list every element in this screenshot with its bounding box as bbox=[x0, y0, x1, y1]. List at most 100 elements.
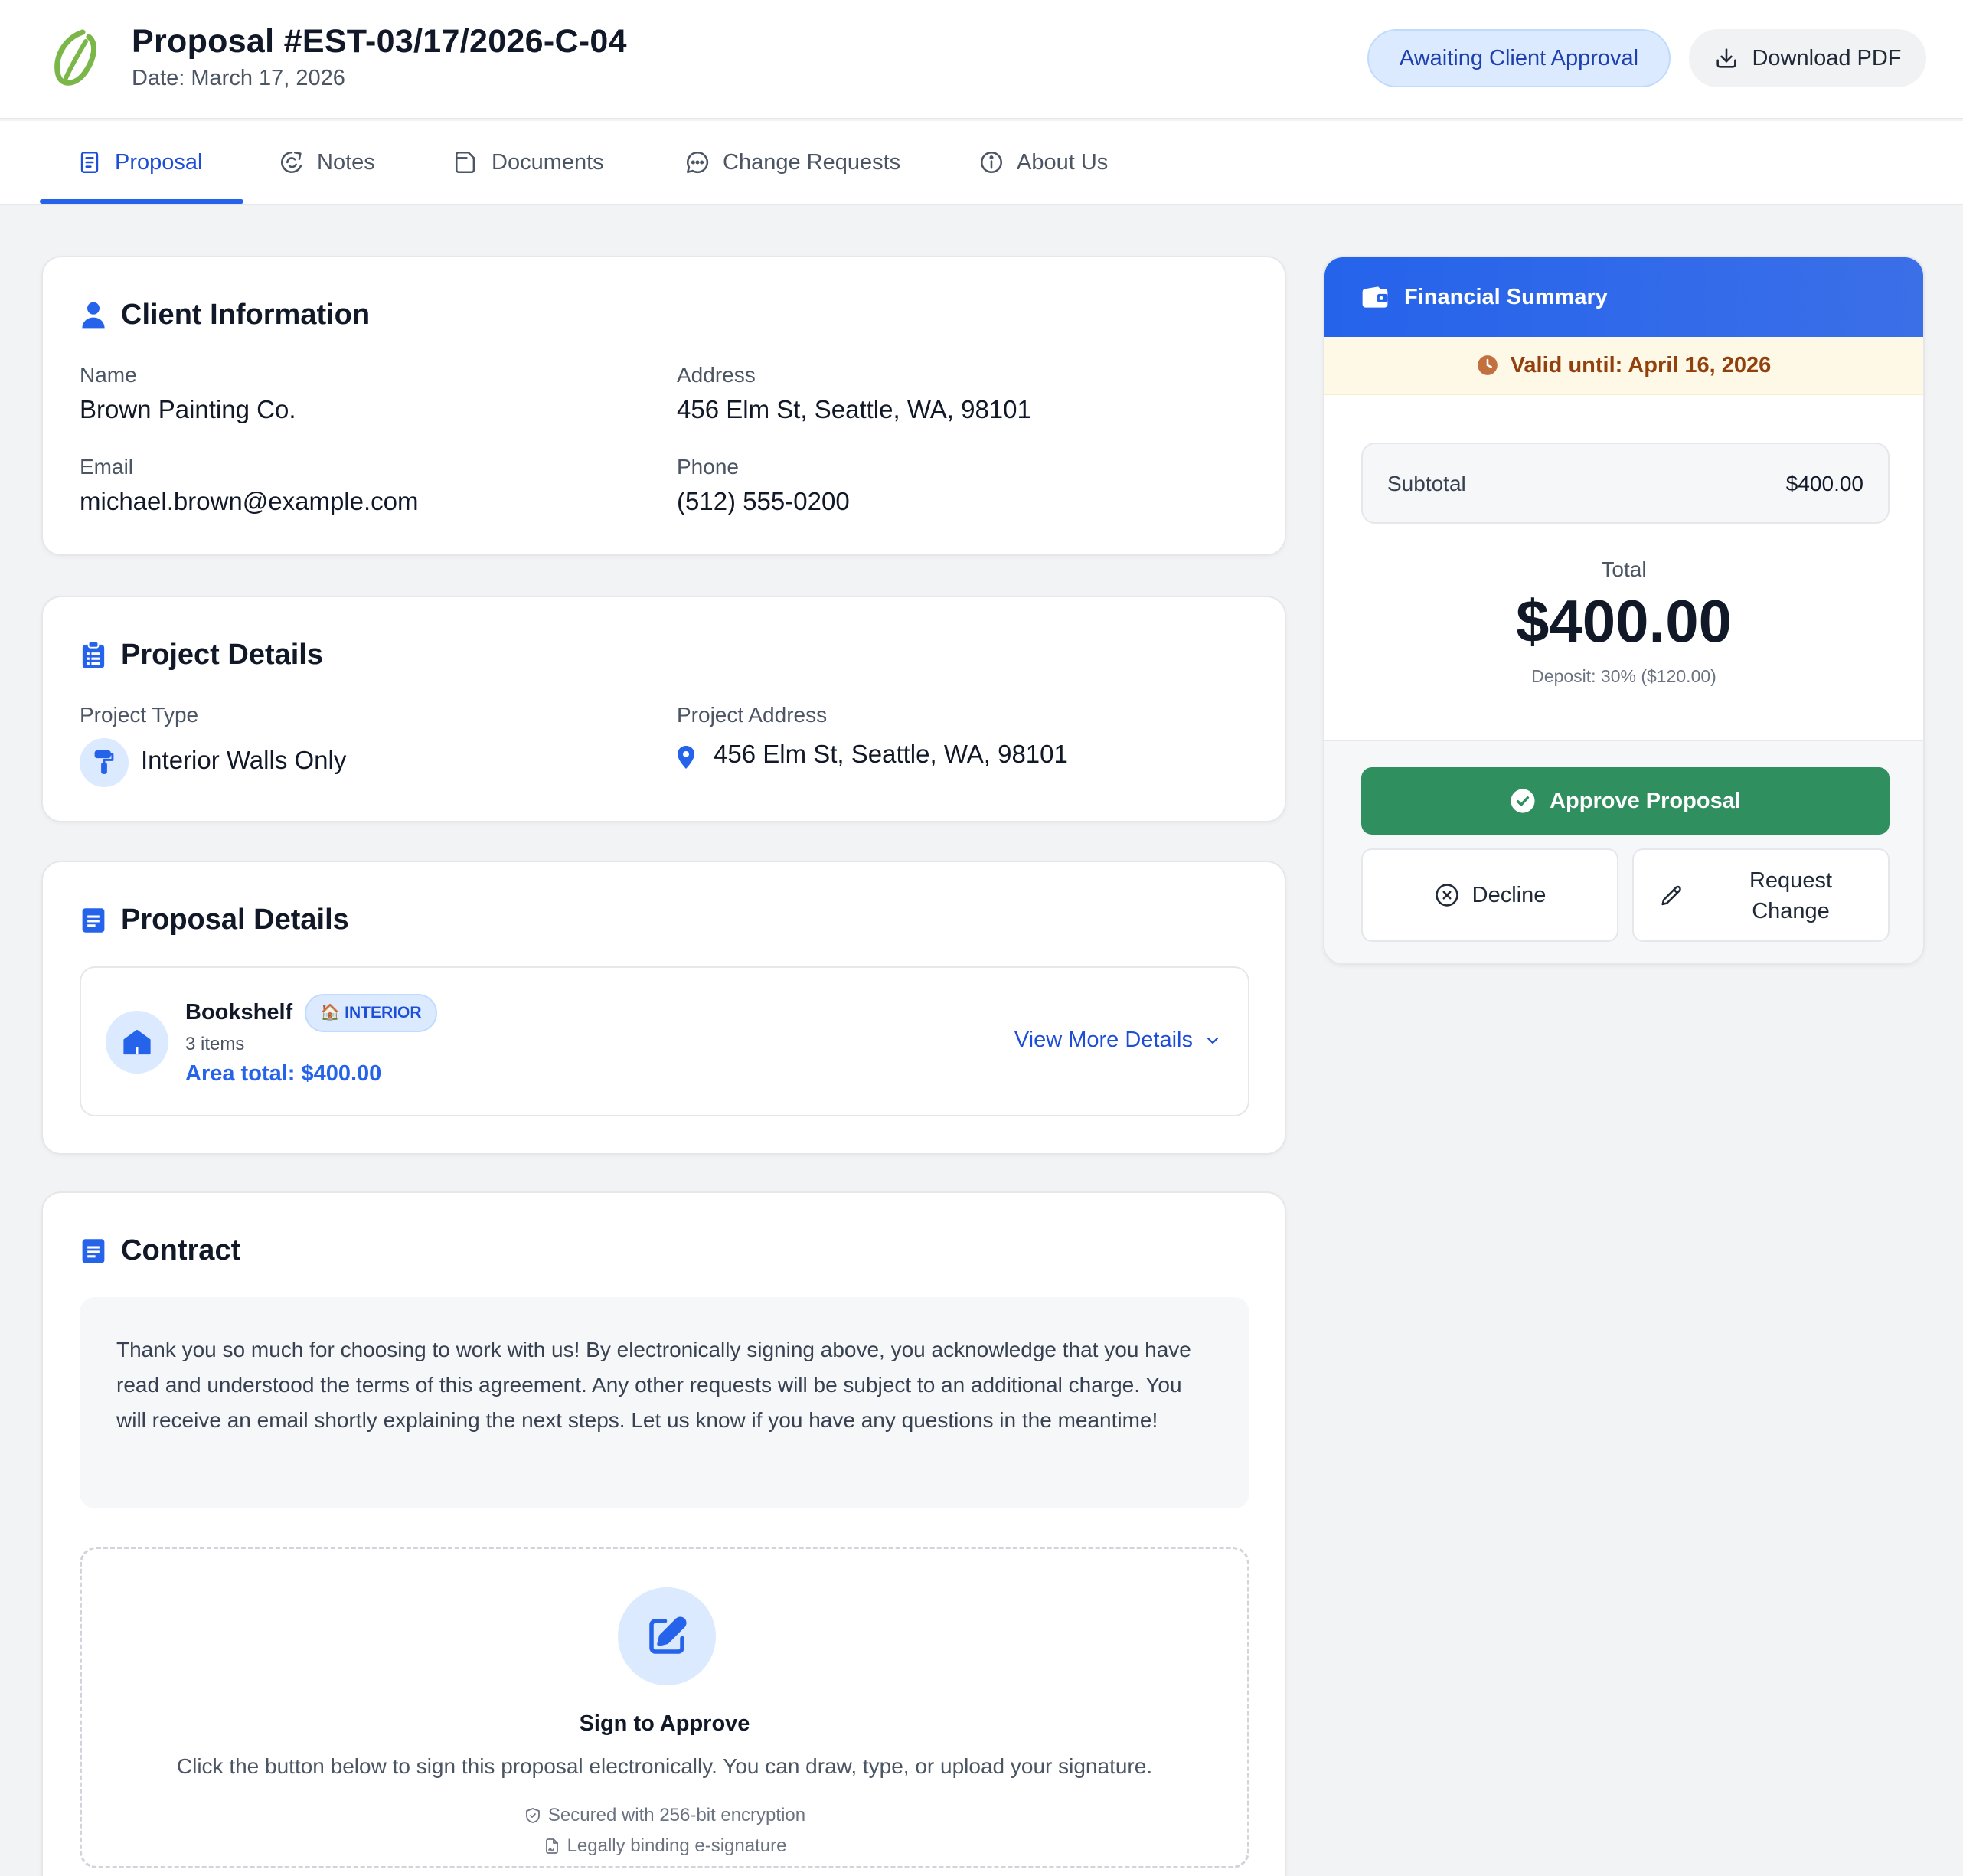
project-type: Interior Walls Only bbox=[141, 746, 347, 774]
card-title: Proposal Details bbox=[81, 904, 349, 936]
client-phone: (512) 555-0200 bbox=[677, 487, 850, 515]
wallet-icon bbox=[1362, 286, 1388, 308]
subtotal-value: $400.00 bbox=[1785, 472, 1863, 495]
area-name: Bookshelf bbox=[185, 1000, 293, 1025]
financial-summary-header: Financial Summary bbox=[1324, 257, 1923, 337]
company-logo bbox=[54, 29, 97, 86]
tab-about-us[interactable]: About Us bbox=[978, 121, 1108, 204]
home-icon bbox=[106, 1011, 168, 1074]
view-more-details-button[interactable]: View More Details bbox=[1014, 1028, 1222, 1053]
card-title: Contract bbox=[81, 1234, 240, 1267]
project-type-label: Project Type bbox=[80, 703, 199, 727]
status-badge: Awaiting Client Approval bbox=[1367, 29, 1671, 87]
client-name: Brown Painting Co. bbox=[80, 395, 296, 423]
tab-label: Notes bbox=[317, 149, 375, 175]
notes-icon bbox=[281, 151, 302, 173]
encryption-note: Secured with 256-bit encryption bbox=[82, 1805, 1247, 1826]
client-address: 456 Elm St, Seattle, WA, 98101 bbox=[677, 395, 1031, 423]
clock-icon bbox=[1477, 355, 1498, 375]
legal-note-label: Legally binding e-signature bbox=[567, 1835, 787, 1856]
project-details-title: Project Details bbox=[121, 639, 323, 671]
folder-icon bbox=[455, 151, 475, 174]
client-email-label: Email bbox=[80, 455, 134, 479]
chat-bubble-icon bbox=[686, 151, 709, 174]
area-category-badge: 🏠 INTERIOR bbox=[305, 994, 437, 1032]
sign-description: Click the button below to sign this prop… bbox=[176, 1754, 1153, 1778]
request-change-label: Request Change bbox=[1749, 868, 1832, 923]
info-icon bbox=[980, 151, 1003, 174]
area-item-count: 3 items bbox=[185, 1034, 245, 1054]
tab-bar: Proposal Notes Documents Change Requests… bbox=[0, 121, 1963, 205]
tab-documents[interactable]: Documents bbox=[453, 121, 604, 204]
document-filled-icon bbox=[82, 1238, 105, 1263]
download-pdf-button[interactable]: Download PDF bbox=[1689, 29, 1926, 87]
financial-summary-title: Financial Summary bbox=[1404, 284, 1608, 309]
tab-label: Proposal bbox=[115, 149, 203, 175]
download-pdf-label: Download PDF bbox=[1752, 45, 1902, 70]
tab-change-requests[interactable]: Change Requests bbox=[684, 121, 900, 204]
tab-proposal[interactable]: Proposal bbox=[77, 121, 202, 204]
valid-until-banner: Valid until: April 16, 2026 bbox=[1324, 337, 1923, 395]
x-circle-icon bbox=[1435, 884, 1458, 907]
financial-actions: Approve Proposal Decline Request Change bbox=[1324, 740, 1923, 963]
chevron-down-icon bbox=[1207, 1037, 1219, 1044]
total-value: $400.00 bbox=[1516, 587, 1732, 655]
contract-title: Contract bbox=[121, 1234, 241, 1266]
request-change-button[interactable]: Request Change bbox=[1632, 848, 1890, 942]
project-address: 456 Elm St, Seattle, WA, 98101 bbox=[714, 740, 1068, 768]
tab-label: About Us bbox=[1017, 149, 1109, 175]
client-information-title: Client Information bbox=[121, 299, 371, 331]
tab-label: Documents bbox=[492, 149, 604, 175]
client-phone-label: Phone bbox=[677, 455, 739, 479]
project-address-label: Project Address bbox=[677, 703, 828, 727]
legal-note: Legally binding e-signature bbox=[82, 1835, 1247, 1857]
document-filled-icon bbox=[82, 907, 105, 933]
tab-notes[interactable]: Notes bbox=[279, 121, 375, 204]
page-title: Proposal #EST-03/17/2026-C-04 bbox=[132, 23, 627, 60]
proposal-details-title: Proposal Details bbox=[121, 904, 349, 936]
client-name-label: Name bbox=[80, 363, 137, 387]
top-header: Proposal #EST-03/17/2026-C-04 Date: Marc… bbox=[0, 0, 1963, 119]
sign-to-approve-title: Sign to Approve bbox=[579, 1711, 750, 1736]
house-icon: 🏠 bbox=[320, 1004, 341, 1021]
user-icon bbox=[82, 302, 105, 328]
signature-area[interactable]: Sign to Approve Click the button below t… bbox=[80, 1547, 1249, 1868]
download-icon bbox=[1716, 48, 1737, 68]
edit-signature-icon bbox=[618, 1587, 716, 1685]
decline-button[interactable]: Decline bbox=[1361, 848, 1618, 942]
card-title: Client Information bbox=[81, 299, 370, 332]
area-category-label: INTERIOR bbox=[345, 1004, 422, 1021]
total-label: Total bbox=[1601, 557, 1647, 581]
shield-check-icon bbox=[526, 1808, 540, 1823]
map-pin-icon bbox=[678, 746, 694, 769]
subtotal-row: Subtotal $400.00 bbox=[1361, 443, 1890, 524]
check-circle-icon bbox=[1511, 789, 1535, 813]
encryption-note-label: Secured with 256-bit encryption bbox=[547, 1805, 806, 1825]
area-total: Area total: $400.00 bbox=[185, 1061, 382, 1086]
deposit-info: Deposit: 30% ($120.00) bbox=[1531, 666, 1716, 686]
proposal-details-card: Proposal Details Bookshelf 🏠 INTERIOR 3 … bbox=[41, 861, 1286, 1155]
approve-proposal-button[interactable]: Approve Proposal bbox=[1361, 767, 1890, 835]
view-more-label: View More Details bbox=[1014, 1028, 1193, 1052]
client-address-label: Address bbox=[677, 363, 756, 387]
contract-text: Thank you so much for choosing to work w… bbox=[80, 1297, 1249, 1508]
project-details-card: Project Details Project Type Interior Wa… bbox=[41, 596, 1286, 822]
financial-summary-card: Financial Summary Valid until: April 16,… bbox=[1323, 256, 1925, 965]
file-signature-icon bbox=[545, 1838, 558, 1854]
tab-label: Change Requests bbox=[723, 149, 901, 175]
document-icon bbox=[80, 151, 99, 174]
contract-card: Contract Thank you so much for choosing … bbox=[41, 1191, 1286, 1876]
proposal-date: Date: March 17, 2026 bbox=[132, 66, 345, 90]
pencil-icon bbox=[1661, 885, 1681, 906]
client-email: michael.brown@example.com bbox=[80, 487, 419, 515]
valid-until-label: Valid until: April 16, 2026 bbox=[1510, 352, 1772, 377]
subtotal-label: Subtotal bbox=[1387, 472, 1466, 495]
client-information-card: Client Information Name Brown Painting C… bbox=[41, 256, 1286, 556]
approve-proposal-label: Approve Proposal bbox=[1550, 788, 1741, 813]
active-tab-indicator bbox=[40, 199, 243, 204]
paint-roller-icon bbox=[80, 738, 129, 787]
card-title: Project Details bbox=[81, 639, 323, 672]
decline-label: Decline bbox=[1471, 882, 1547, 907]
clipboard-list-icon bbox=[82, 641, 105, 668]
area-item[interactable]: Bookshelf 🏠 INTERIOR 3 items Area total:… bbox=[80, 966, 1249, 1116]
